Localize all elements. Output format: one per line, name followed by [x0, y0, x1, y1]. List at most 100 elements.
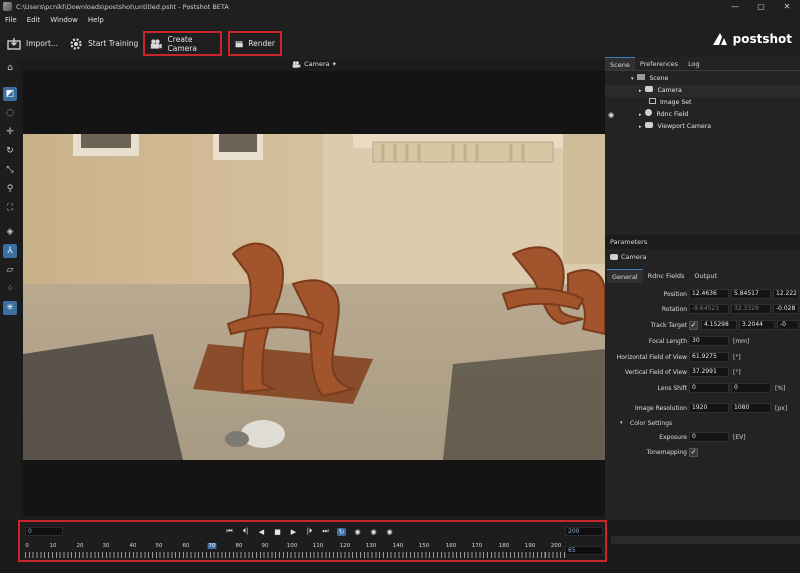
- scene-tabs: Scene Preferences Log: [605, 57, 800, 71]
- tab-scene[interactable]: Scene: [605, 57, 635, 70]
- ruler-label: 190: [524, 543, 536, 549]
- ruler-playhead-label[interactable]: 70: [207, 543, 217, 549]
- hfov-field[interactable]: 61.9275: [689, 352, 729, 362]
- tree-label-image-set: Image Set: [659, 99, 692, 106]
- focal-length-field[interactable]: 30: [689, 336, 729, 346]
- zoom-icon[interactable]: ⚲: [3, 182, 17, 196]
- tonemapping-label: Tonemapping: [646, 449, 687, 456]
- lens-shift-y-field[interactable]: 0: [731, 383, 771, 393]
- track-target-checkbox[interactable]: ✓: [689, 321, 698, 330]
- scale-icon[interactable]: ⤡: [3, 163, 17, 177]
- maximize-button[interactable]: ▢: [748, 0, 774, 13]
- vfov-field[interactable]: 37.2991: [689, 367, 729, 377]
- tree-item-rdnc-field[interactable]: ◉ ▸ Rdnc Field: [605, 109, 800, 121]
- record-icon[interactable]: ◉: [369, 528, 378, 536]
- exposure-field[interactable]: 0: [689, 432, 729, 442]
- move-icon[interactable]: ✛: [3, 125, 17, 139]
- ruler-label: 0: [25, 543, 29, 549]
- close-button[interactable]: ✕: [774, 0, 800, 13]
- menu-file[interactable]: File: [5, 16, 17, 24]
- play-icon[interactable]: ▶: [289, 528, 298, 536]
- skip-to-start-icon[interactable]: ⏮: [225, 527, 234, 536]
- minimize-button[interactable]: —: [722, 0, 748, 13]
- axes-icon[interactable]: ⅄: [3, 244, 17, 258]
- visibility-icon[interactable]: ◉: [385, 528, 394, 536]
- scene-render-image: [23, 134, 605, 460]
- tree-item-camera[interactable]: ▸ Camera: [605, 85, 800, 97]
- tab-output[interactable]: Output: [689, 269, 722, 283]
- title-bar: C:\Users\pcnikl\Downloads\postshot\untit…: [0, 0, 800, 13]
- parameters-object-label: Camera: [621, 253, 647, 261]
- render-button[interactable]: Render: [228, 31, 282, 56]
- tree-item-scene[interactable]: ▾ Scene: [605, 73, 800, 85]
- lens-shift-row: Lens Shift 0 0 [%]: [605, 383, 800, 394]
- rotation-label: Rotation: [661, 306, 687, 313]
- track-target-row: Track Target ✓ 4.15298 3.2044 -0: [605, 320, 800, 331]
- frame-icon[interactable]: ⛶: [3, 201, 17, 215]
- tree-item-viewport-camera[interactable]: ▸ Viewport Camera: [605, 121, 800, 133]
- ruler-label: 180: [498, 543, 510, 549]
- skip-to-end-icon[interactable]: ⏭: [321, 527, 330, 536]
- track-target-x-field[interactable]: 4.15298: [701, 320, 737, 330]
- next-keyframe-icon[interactable]: |⏵: [305, 527, 314, 536]
- position-y-field[interactable]: 5.84517: [731, 289, 771, 299]
- home-icon[interactable]: ⌂: [3, 61, 17, 75]
- ruler-label: 170: [471, 543, 483, 549]
- parameter-tabs: General Rdnc Fields Output: [607, 269, 722, 283]
- color-settings-row[interactable]: ▾ Color Settings: [605, 418, 800, 429]
- play-reverse-icon[interactable]: ◀: [257, 528, 266, 536]
- select-tool-icon[interactable]: ◩: [3, 87, 17, 101]
- eye-icon[interactable]: ◉: [608, 109, 614, 121]
- track-target-z-field[interactable]: -0: [777, 320, 799, 330]
- key-icon[interactable]: ◉: [353, 528, 362, 536]
- grid-icon[interactable]: ▱: [3, 263, 17, 277]
- scene-tree: ▾ Scene ▸ Camera Image Set ◉ ▸ Rdnc Fiel…: [605, 73, 800, 133]
- vfov-row: Vertical Field of View 37.2991 [°]: [605, 367, 800, 378]
- lens-shift-label: Lens Shift: [657, 385, 687, 392]
- rotation-x-field[interactable]: -9.64523: [689, 304, 729, 314]
- create-camera-button[interactable]: Create Camera: [143, 31, 222, 56]
- start-frame-field[interactable]: 0: [25, 527, 63, 536]
- points-icon[interactable]: ⁘: [3, 282, 17, 296]
- tab-rdnc-fields[interactable]: Rdnc Fields: [643, 269, 690, 283]
- current-frame-field[interactable]: 65: [565, 546, 603, 555]
- tree-item-image-set[interactable]: Image Set: [605, 97, 800, 109]
- tab-log[interactable]: Log: [683, 57, 705, 70]
- position-x-field[interactable]: 12.4636: [689, 289, 729, 299]
- menu-window[interactable]: Window: [50, 16, 78, 24]
- import-button[interactable]: Import...: [2, 31, 63, 56]
- ruler-label: 60: [182, 543, 190, 549]
- ruler-label: 110: [312, 543, 324, 549]
- parameters-header: Parameters: [605, 235, 800, 249]
- menu-bar: File Edit Window Help: [0, 13, 800, 27]
- position-z-field[interactable]: 12.222: [773, 289, 799, 299]
- menu-edit[interactable]: Edit: [27, 16, 41, 24]
- image-resolution-height-field[interactable]: 1080: [731, 403, 771, 413]
- track-target-y-field[interactable]: 3.2044: [739, 320, 775, 330]
- tonemapping-checkbox[interactable]: ✓: [689, 448, 698, 457]
- tree-label-camera: Camera: [657, 87, 682, 94]
- layers-icon[interactable]: ◈: [3, 225, 17, 239]
- stop-icon[interactable]: ■: [273, 528, 282, 536]
- camera-icon: [645, 86, 654, 92]
- tree-label-viewport-camera: Viewport Camera: [657, 123, 712, 130]
- lasso-icon[interactable]: ◌: [3, 106, 17, 120]
- end-frame-field[interactable]: 200: [565, 527, 603, 536]
- start-training-button[interactable]: Start Training: [64, 31, 143, 56]
- focal-length-label: Focal Length: [648, 338, 687, 345]
- tab-general[interactable]: General: [607, 269, 643, 283]
- rotation-y-field[interactable]: 32.3328: [731, 304, 771, 314]
- rotation-z-field[interactable]: -0.028: [773, 304, 799, 314]
- splat-icon[interactable]: ✳: [3, 301, 17, 315]
- camera-selector[interactable]: Camera ▾: [23, 57, 605, 71]
- previous-keyframe-icon[interactable]: ⏴|: [241, 527, 250, 536]
- image-resolution-width-field[interactable]: 1920: [689, 403, 729, 413]
- timeline-ruler[interactable]: 0 10 20 30 40 50 60 70 80 90 100 110 120…: [25, 543, 565, 559]
- loop-icon[interactable]: ↻: [337, 527, 346, 536]
- tab-preferences[interactable]: Preferences: [635, 57, 683, 70]
- menu-help[interactable]: Help: [88, 16, 104, 24]
- image-resolution-unit: [px]: [775, 405, 788, 412]
- vfov-unit: [°]: [733, 369, 741, 376]
- rotate-icon[interactable]: ↻: [3, 144, 17, 158]
- lens-shift-x-field[interactable]: 0: [689, 383, 729, 393]
